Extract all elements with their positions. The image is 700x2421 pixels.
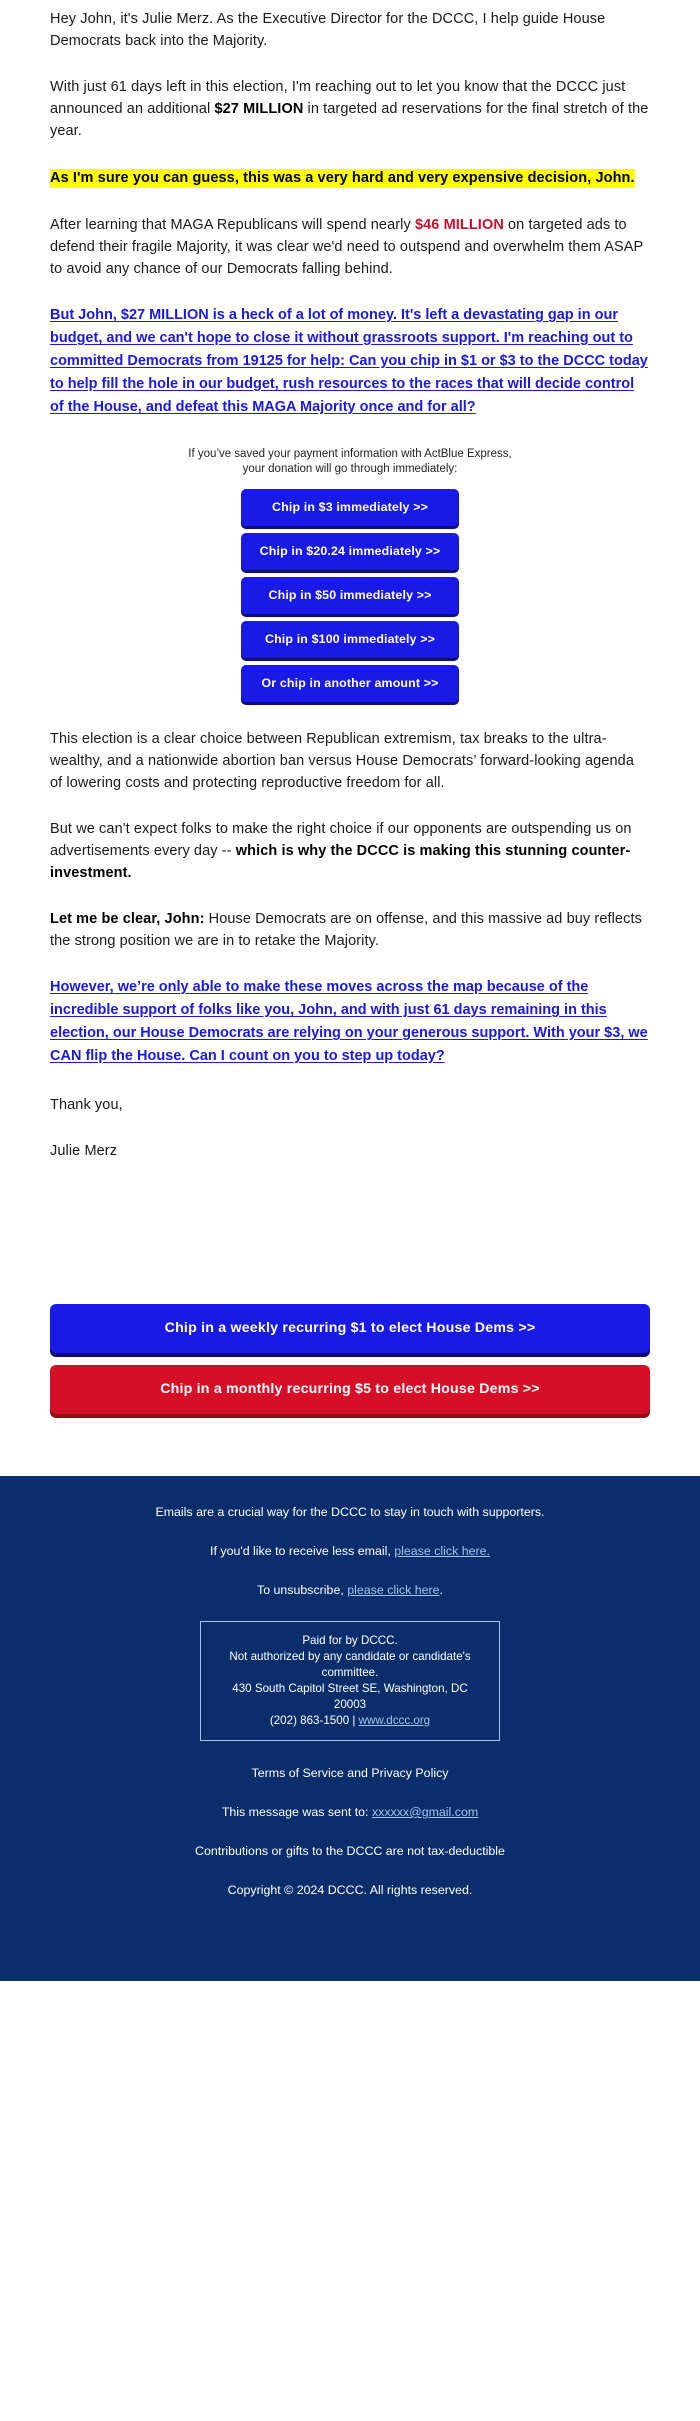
donation-button-list: Chip in $3 immediately >> Chip in $20.24… xyxy=(50,489,650,702)
recipient-email-link[interactable]: xxxxxx@gmail.com xyxy=(372,1805,478,1819)
footer-tax-note: Contributions or gifts to the DCCC are n… xyxy=(40,1843,660,1860)
paragraph-intro: Hey John, it's Julie Merz. As the Execut… xyxy=(50,0,650,52)
clear-choice-text: This election is a clear choice between … xyxy=(50,731,634,791)
signoff-text: Thank you, xyxy=(50,1097,123,1113)
weekly-recurring-button[interactable]: Chip in a weekly recurring $1 to elect H… xyxy=(50,1304,650,1353)
paid-for-by-line: Paid for by DCCC. xyxy=(302,1634,398,1647)
paragraph-closing-ask: However, we’re only able to make these m… xyxy=(50,976,650,1068)
not-authorized-line: Not authorized by any candidate or candi… xyxy=(229,1650,471,1679)
unsubscribe-link[interactable]: please click here xyxy=(347,1583,439,1597)
actblue-express-block: If you’ve saved your payment information… xyxy=(50,445,650,702)
footer-crucial-text: Emails are a crucial way for the DCCC to… xyxy=(155,1505,545,1519)
footer-terms-link[interactable]: Terms of Service and Privacy Policy xyxy=(40,1765,660,1782)
spacer-before-recurring xyxy=(0,1186,700,1304)
footer-sent-to-line: This message was sent to: xxxxxx@gmail.c… xyxy=(40,1804,660,1821)
footer-copyright: Copyright © 2024 DCCC. All rights reserv… xyxy=(40,1882,660,1899)
chip-in-other-amount-button[interactable]: Or chip in another amount >> xyxy=(241,665,459,702)
paragraph-signoff: Thank you, xyxy=(50,1094,650,1116)
paragraph-outspend: But we can't expect folks to make the ri… xyxy=(50,818,650,884)
paragraph-let-me-be-clear: Let me be clear, John: House Democrats a… xyxy=(50,908,650,952)
copyright-text: Copyright © 2024 DCCC. All rights reserv… xyxy=(227,1883,473,1897)
paragraph-primary-ask: But John, $27 MILLION is a heck of a lot… xyxy=(50,304,650,419)
paragraph-maga-spend: After learning that MAGA Republicans wil… xyxy=(50,214,650,280)
highlight-text: As I'm sure you can guess, this was a ve… xyxy=(50,169,635,188)
unsubscribe-tail: . xyxy=(439,1583,443,1597)
less-email-link[interactable]: please click here. xyxy=(394,1544,490,1558)
paragraph-clear-choice: This election is a clear choice between … xyxy=(50,728,650,794)
phone-and-site-line: (202) 863-1500 | www.dccc.org xyxy=(215,1713,485,1729)
unsubscribe-lead: To unsubscribe, xyxy=(257,1583,348,1597)
recurring-donation-block: Chip in a weekly recurring $1 to elect H… xyxy=(0,1304,700,1414)
primary-ask-link[interactable]: But John, $27 MILLION is a heck of a lot… xyxy=(50,307,648,415)
maga-amount: $46 MILLION xyxy=(414,217,504,233)
footer-less-email-line: If you'd like to receive less email, ple… xyxy=(40,1543,660,1560)
email-body: Hey John, it's Julie Merz. As the Execut… xyxy=(0,0,700,1981)
email-footer: Emails are a crucial way for the DCCC to… xyxy=(0,1476,700,1981)
paragraph-signature: Julie Merz xyxy=(50,1140,650,1162)
closing-ask-link[interactable]: However, we’re only able to make these m… xyxy=(50,979,648,1064)
footer-unsubscribe-line: To unsubscribe, please click here. xyxy=(40,1582,660,1599)
express-note-line1: If you’ve saved your payment information… xyxy=(188,448,512,460)
paragraph-announcement: With just 61 days left in this election,… xyxy=(50,76,650,142)
phone-text: (202) 863-1500 | xyxy=(269,1714,359,1727)
paid-for-by-disclaimer-box: Paid for by DCCC. Not authorized by any … xyxy=(200,1621,500,1741)
announcement-amount: $27 MILLION xyxy=(214,101,304,117)
address-line: 430 South Capitol Street SE, Washington,… xyxy=(232,1682,468,1711)
chip-in-50-button[interactable]: Chip in $50 immediately >> xyxy=(241,577,459,614)
express-note-line2: your donation will go through immediatel… xyxy=(242,463,458,475)
let-me-be-clear-bold: Let me be clear, John: xyxy=(50,911,205,927)
less-email-lead: If you'd like to receive less email, xyxy=(210,1544,395,1558)
chip-in-2024-button[interactable]: Chip in $20.24 immediately >> xyxy=(241,533,459,570)
sent-to-lead: This message was sent to: xyxy=(221,1805,372,1819)
spacer-after-buttons xyxy=(50,702,650,728)
signature-name: Julie Merz xyxy=(50,1143,118,1159)
intro-text: Hey John, it's Julie Merz. As the Execut… xyxy=(50,11,606,49)
dccc-website-link[interactable]: www.dccc.org xyxy=(359,1714,431,1727)
monthly-recurring-button[interactable]: Chip in a monthly recurring $5 to elect … xyxy=(50,1365,650,1414)
chip-in-3-button[interactable]: Chip in $3 immediately >> xyxy=(241,489,459,526)
terms-text: Terms of Service and Privacy Policy xyxy=(251,1766,449,1780)
express-note: If you’ve saved your payment information… xyxy=(50,447,650,477)
paragraph-highlight: As I'm sure you can guess, this was a ve… xyxy=(50,166,650,190)
maga-lead: After learning that MAGA Republicans wil… xyxy=(50,217,415,233)
letter-content: Hey John, it's Julie Merz. As the Execut… xyxy=(0,0,700,1162)
chip-in-100-button[interactable]: Chip in $100 immediately >> xyxy=(241,621,459,658)
footer-crucial-note: Emails are a crucial way for the DCCC to… xyxy=(40,1504,660,1521)
tax-text: Contributions or gifts to the DCCC are n… xyxy=(195,1844,505,1858)
